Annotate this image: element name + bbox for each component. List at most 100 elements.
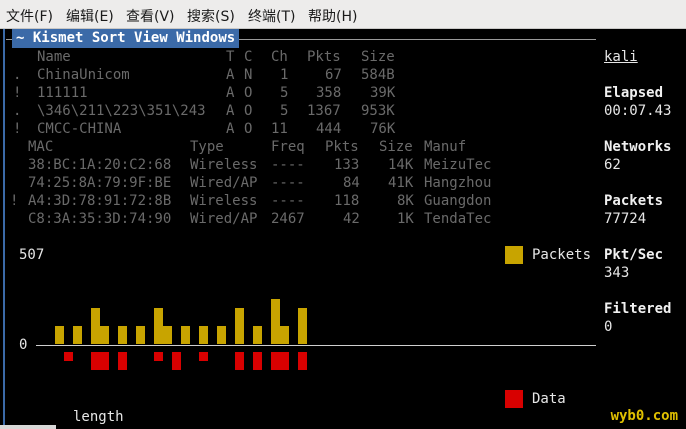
client-manuf: Hangzhou [424,175,492,191]
data-bar [199,352,208,361]
data-bar [91,352,100,370]
menu-file[interactable]: 文件(F) [6,6,53,26]
col-client-pkts[interactable]: Pkts [325,138,359,156]
packets-bar [100,326,109,344]
menu-terminal[interactable]: 终端(T) [248,6,295,26]
col-freq[interactable]: Freq [271,138,305,156]
client-freq: ---- [271,193,305,209]
client-type: Wireless [190,157,258,173]
menu-sort[interactable]: Sort [92,30,126,46]
col-name[interactable]: Name [37,48,71,66]
network-size: 76K [370,121,396,137]
network-name: ChinaUnicom [37,67,130,83]
packets-bar [181,326,190,344]
client-mac: C8:3A:35:3D:74:90 [28,211,172,227]
legend-data-label: Data [532,391,566,407]
network-channel: 11 [271,121,288,137]
col-ch[interactable]: Ch [271,48,288,66]
network-channel: 5 [280,85,289,101]
panel-border [3,29,5,429]
menu-windows[interactable]: Windows [176,30,235,46]
menu-edit[interactable]: 编辑(E) [66,6,114,26]
client-manuf: Guangdon [424,193,492,209]
elapsed-value: 00:07.43 [604,103,672,119]
packets-bar [235,308,244,344]
data-bar [235,352,244,370]
packets-bar [55,326,64,344]
packets-label: Packets [604,193,664,209]
row-flag: ! [10,193,19,209]
client-pkts: 84 [343,175,360,191]
network-size: 584B [361,67,395,83]
network-pkts: 67 [325,67,342,83]
packets-bar [136,326,145,344]
packets-bar [253,326,262,344]
network-pkts: 444 [316,121,342,137]
menu-kismet[interactable]: Kismet [33,30,84,46]
network-crypt: O [244,85,253,101]
col-t[interactable]: T [226,48,234,66]
filtered-value: 0 [604,319,613,335]
client-pkts: 133 [334,157,360,173]
graph-zero-label: 0 [19,337,28,353]
network-name: 111111 [37,85,88,101]
client-manuf: MeizuTec [424,157,492,173]
data-bar [100,352,109,370]
packets-bar [154,308,163,344]
kismet-menu-bar: ~ Kismet Sort View Windows [12,29,240,48]
data-bar [172,352,181,370]
network-channel: 5 [280,103,289,119]
col-client-size[interactable]: Size [379,138,413,156]
packets-bar [91,308,100,344]
network-channel: 1 [280,67,289,83]
network-crypt: N [244,67,253,83]
networks-value: 62 [604,157,621,173]
networks-label: Networks [604,139,672,155]
legend-data-swatch [505,390,523,408]
col-mac[interactable]: MAC [28,138,53,156]
client-freq: ---- [271,157,305,173]
terminal-window[interactable]: ~ Kismet Sort View Windows Name T C Ch P… [0,29,686,429]
col-pkts[interactable]: Pkts [307,48,341,66]
network-type: A [226,67,235,83]
col-c[interactable]: C [244,48,252,66]
menubar: 文件(F) 编辑(E) 查看(V) 搜索(S) 终端(T) 帮助(H) [0,0,686,29]
tilde-icon: ~ [16,30,33,46]
graph-xlabel: length [73,409,124,425]
graph-zero-axis [36,345,596,346]
packets-value: 77724 [604,211,647,227]
client-mac: 74:25:8A:79:9F:BE [28,175,172,191]
menu-search[interactable]: 搜索(S) [187,6,235,26]
client-mac: A4:3D:78:91:72:8B [28,193,172,209]
network-crypt: O [244,121,253,137]
col-manuf[interactable]: Manuf [424,138,466,156]
col-size[interactable]: Size [361,48,395,66]
elapsed-label: Elapsed [604,85,664,101]
data-bar [64,352,73,361]
client-pkts: 42 [343,211,360,227]
row-flag: ! [13,121,22,137]
row-flag: . [13,103,22,119]
network-type: A [226,103,235,119]
client-type: Wired/AP [190,175,258,191]
data-bar [298,352,307,370]
packets-bar [271,299,280,344]
menu-view[interactable]: 查看(V) [126,6,175,26]
network-size: 953K [361,103,395,119]
client-size: 1K [397,211,414,227]
client-pkts: 118 [334,193,360,209]
menu-help[interactable]: 帮助(H) [308,6,357,26]
network-size: 39K [370,85,396,101]
client-freq: ---- [271,175,305,191]
row-flag: . [13,67,22,83]
data-bar [118,352,127,370]
client-size: 14K [388,157,414,173]
packets-bar [163,326,172,344]
data-bar [280,352,289,370]
filtered-label: Filtered [604,301,672,317]
client-type: Wireless [190,193,258,209]
client-size: 41K [388,175,414,191]
menu-view-kismet[interactable]: View [134,30,168,46]
graph-ymax-label: 507 [19,247,45,263]
col-type[interactable]: Type [190,138,224,156]
